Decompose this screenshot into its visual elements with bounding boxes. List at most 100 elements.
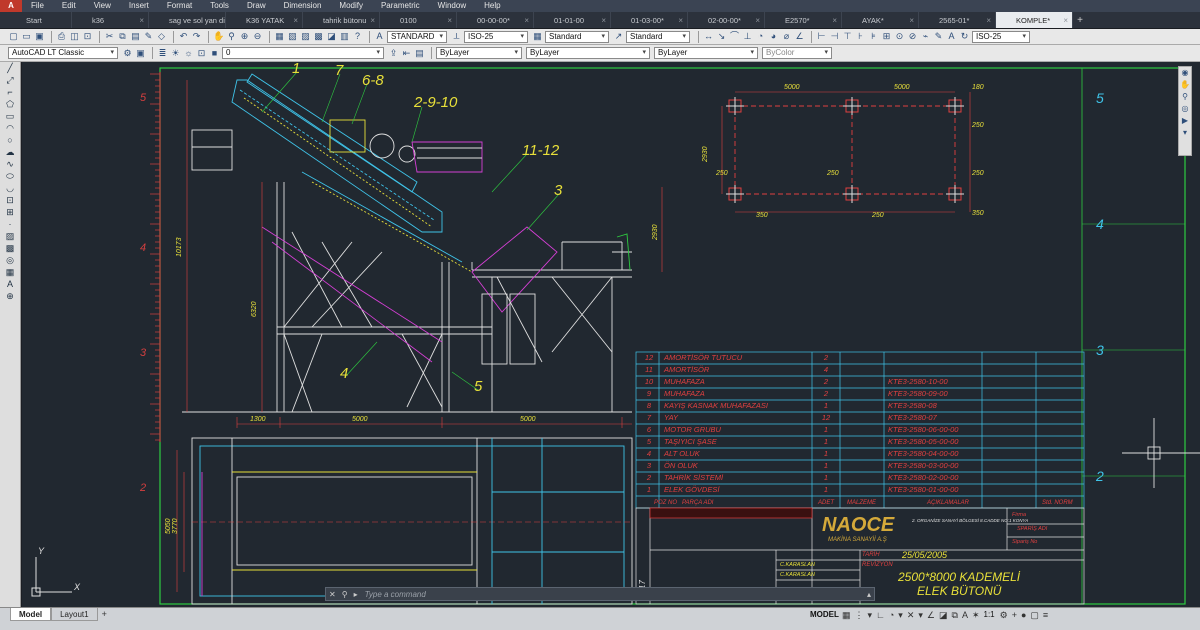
block-editor-icon[interactable]: ◇ xyxy=(156,31,167,42)
close-icon[interactable]: × xyxy=(986,16,991,25)
undo-icon[interactable]: ↶ xyxy=(178,31,189,42)
chevron-down-icon[interactable]: ▾ xyxy=(868,609,873,621)
zoom-previous-icon[interactable]: ⊖ xyxy=(252,31,263,42)
polyline-icon[interactable]: ⌐ xyxy=(3,87,17,98)
snap-icon[interactable]: ⋮ xyxy=(855,609,864,621)
baseline-icon[interactable]: ⊣ xyxy=(829,31,840,42)
dim-style-select[interactable]: ISO-25 ▾ xyxy=(464,30,528,43)
workspace-save-icon[interactable]: ▣ xyxy=(135,48,146,59)
copy-icon[interactable]: ⧉ xyxy=(117,31,128,42)
tab-3[interactable]: K36 YATAK × xyxy=(226,12,303,28)
transparency-icon[interactable]: ◪ xyxy=(939,609,948,621)
annotation-visibility-icon[interactable]: ✶ xyxy=(972,609,980,621)
arc-length-icon[interactable]: ⌒ xyxy=(729,31,740,42)
grid-icon[interactable]: ▦ xyxy=(842,609,851,621)
radius-icon[interactable]: ◔ xyxy=(755,31,766,42)
menu-edit[interactable]: Edit xyxy=(53,0,85,12)
zoom-realtime-icon[interactable]: ⚲ xyxy=(226,31,237,42)
angular-icon[interactable]: ∠ xyxy=(794,31,805,42)
chevron-down-icon[interactable]: ▾ xyxy=(898,609,903,621)
polygon-icon[interactable]: ⬠ xyxy=(3,99,17,110)
close-icon[interactable]: × xyxy=(447,16,452,25)
plotstyle-select[interactable]: ByColor ▾ xyxy=(762,47,832,59)
tab-5[interactable]: 0100 × xyxy=(380,12,457,28)
nav-wheel-icon[interactable]: ◉ xyxy=(1179,67,1191,79)
cut-icon[interactable]: ✂ xyxy=(104,31,115,42)
dimension-update-icon[interactable]: ↻ xyxy=(959,31,970,42)
new-tab-button[interactable]: + xyxy=(1073,12,1087,28)
redo-icon[interactable]: ↷ xyxy=(191,31,202,42)
isolate-icon[interactable]: ● xyxy=(1021,609,1026,621)
plus-icon[interactable]: + xyxy=(1012,609,1017,621)
quick-dimension-icon[interactable]: ⊢ xyxy=(816,31,827,42)
close-icon[interactable]: ✕ xyxy=(329,590,336,599)
design-center-icon[interactable]: ▧ xyxy=(287,31,298,42)
customize-menu-icon[interactable]: ≡ xyxy=(1043,609,1048,621)
dimension-space-icon[interactable]: ⊦ xyxy=(855,31,866,42)
tab-12[interactable]: 2565-01* × xyxy=(919,12,996,28)
markup-icon[interactable]: ◪ xyxy=(326,31,337,42)
ordinate-icon[interactable]: ⊥ xyxy=(742,31,753,42)
menu-draw[interactable]: Draw xyxy=(238,0,275,12)
close-icon[interactable]: × xyxy=(139,16,144,25)
ortho-icon[interactable]: ∟ xyxy=(876,609,885,621)
zoom-window-icon[interactable]: ⊕ xyxy=(239,31,250,42)
line-icon[interactable]: ╱ xyxy=(3,63,17,74)
showmotion-icon[interactable]: ▶ xyxy=(1179,115,1191,127)
paste-icon[interactable]: ▤ xyxy=(130,31,141,42)
close-icon[interactable]: × xyxy=(370,16,375,25)
hatch-icon[interactable]: ▨ xyxy=(3,231,17,242)
tab-9[interactable]: 02-00-00* × xyxy=(688,12,765,28)
add-selected-icon[interactable]: ⊕ xyxy=(3,291,17,302)
close-icon[interactable]: × xyxy=(678,16,683,25)
menu-file[interactable]: File xyxy=(22,0,53,12)
center-mark-icon[interactable]: ⊙ xyxy=(894,31,905,42)
properties-icon[interactable]: ▦ xyxy=(274,31,285,42)
dim-style-select-2[interactable]: ISO-25 ▾ xyxy=(972,30,1030,43)
rectangle-icon[interactable]: ▭ xyxy=(3,111,17,122)
layer-previous-icon[interactable]: ⇤ xyxy=(401,48,412,59)
tab-4[interactable]: tahrik bütonu × xyxy=(303,12,380,28)
jogged-linear-icon[interactable]: ⌁ xyxy=(920,31,931,42)
chevron-up-icon[interactable]: ▴ xyxy=(867,590,871,599)
open-file-icon[interactable]: ▭ xyxy=(21,31,32,42)
linear-dimension-icon[interactable]: ↔ xyxy=(703,31,714,42)
calculator-icon[interactable]: ▥ xyxy=(339,31,350,42)
preview-icon[interactable]: ◫ xyxy=(69,31,80,42)
lineweight-select[interactable]: ByLayer ▾ xyxy=(654,47,758,59)
dimension-text-edit-icon[interactable]: A xyxy=(946,31,957,42)
dimension-edit-icon[interactable]: ✎ xyxy=(933,31,944,42)
tab-8[interactable]: 01-03-00* × xyxy=(611,12,688,28)
tab-7[interactable]: 01-01-00 × xyxy=(534,12,611,28)
make-block-icon[interactable]: ⊞ xyxy=(3,207,17,218)
menu-view[interactable]: View xyxy=(85,0,120,12)
close-icon[interactable]: × xyxy=(832,16,837,25)
tab-0[interactable]: Start xyxy=(0,12,72,28)
arc-icon[interactable]: ◠ xyxy=(3,123,17,134)
tab-11[interactable]: AYAK* × xyxy=(842,12,919,28)
tab-13[interactable]: KOMPLE* × xyxy=(996,12,1073,28)
multiline-text-icon[interactable]: A xyxy=(3,279,17,290)
osnap-icon[interactable]: ✕ xyxy=(907,609,915,621)
aligned-dimension-icon[interactable]: ↘ xyxy=(716,31,727,42)
selection-cycling-icon[interactable]: ⧉ xyxy=(952,609,958,621)
gradient-icon[interactable]: ▩ xyxy=(3,243,17,254)
tab-1[interactable]: k36 × xyxy=(72,12,149,28)
gear-icon[interactable]: ⚙ xyxy=(1000,609,1008,621)
tab-6[interactable]: 00-00-00* × xyxy=(457,12,534,28)
clean-screen-icon[interactable]: ▢ xyxy=(1030,609,1039,621)
pan-icon[interactable]: ✋ xyxy=(213,31,224,42)
print-icon[interactable]: ⎙ xyxy=(56,31,67,42)
layer-state-icon[interactable]: ▤ xyxy=(414,48,425,59)
orbit-icon[interactable]: ◎ xyxy=(1179,103,1191,115)
publish-icon[interactable]: ⊡ xyxy=(82,31,93,42)
text-style-select[interactable]: STANDARD ▾ xyxy=(387,30,447,43)
menu-tools[interactable]: Tools xyxy=(201,0,238,12)
annotation-scale[interactable]: 1:1 xyxy=(984,609,995,621)
application-menu-button[interactable]: A xyxy=(0,0,22,12)
construction-line-icon[interactable]: ⤢ xyxy=(3,75,17,86)
match-properties-icon[interactable]: ✎ xyxy=(143,31,154,42)
close-icon[interactable]: × xyxy=(755,16,760,25)
menu-insert[interactable]: Insert xyxy=(120,0,158,12)
model-space-toggle[interactable]: MODEL xyxy=(810,609,839,621)
